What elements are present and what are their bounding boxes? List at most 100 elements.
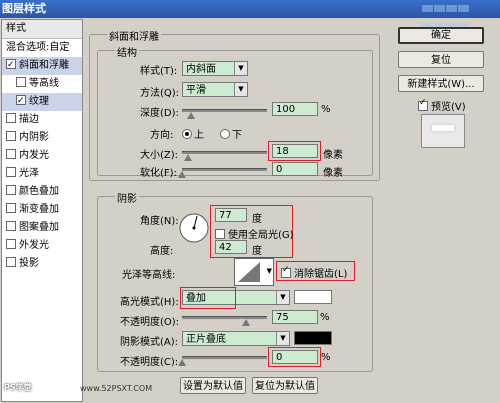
- chevron-down-icon: ▼: [276, 291, 289, 304]
- sidebar-item[interactable]: 渐变叠加: [2, 201, 82, 219]
- angle-dial-icon[interactable]: [178, 212, 210, 244]
- style-value: 内斜面: [186, 64, 216, 75]
- direction-up-radio[interactable]: 上: [180, 126, 204, 141]
- preview-swatch: [432, 125, 454, 131]
- new-style-button[interactable]: 新建样式(W)...: [398, 75, 484, 92]
- global-light-checkbox[interactable]: 使用全局光(G): [215, 226, 294, 241]
- checkbox-checked-icon: [281, 265, 291, 278]
- sidebar-item[interactable]: 混合选项:自定: [2, 39, 82, 57]
- angle-unit: 度: [252, 214, 262, 225]
- sidebar-item[interactable]: 颜色叠加: [2, 183, 82, 201]
- sidebar-item[interactable]: 纹理: [2, 92, 82, 111]
- gloss-contour-label: 光泽等高线:: [122, 270, 176, 281]
- watermark-left: PS学堂: [4, 383, 32, 392]
- reset-default-button[interactable]: 复位为默认值: [252, 377, 318, 394]
- checkbox-icon[interactable]: [6, 149, 16, 159]
- radio-icon: [220, 129, 230, 139]
- checkbox-checked-icon: [418, 98, 428, 111]
- soften-label: 软化(F):: [140, 168, 177, 179]
- checkbox-icon[interactable]: [6, 257, 16, 267]
- sidebar-item[interactable]: 内阴影: [2, 129, 82, 147]
- altitude-unit: 度: [252, 246, 262, 257]
- slider-thumb[interactable]: [183, 154, 192, 161]
- checkbox-checked-icon[interactable]: [6, 56, 16, 74]
- highlight-opacity-unit: %: [320, 312, 330, 323]
- method-label: 方法(Q):: [140, 88, 180, 99]
- direction-label: 方向:: [150, 130, 174, 141]
- style-label: 样式(T):: [140, 66, 178, 77]
- structure-group-title: 结构: [115, 44, 139, 59]
- sidebar-item-label: 内阴影: [19, 132, 49, 143]
- slider-thumb[interactable]: [178, 359, 186, 366]
- depth-slider[interactable]: [182, 109, 267, 119]
- method-value: 平滑: [186, 85, 206, 96]
- direction-down-radio[interactable]: 下: [218, 126, 242, 141]
- reset-button[interactable]: 复位: [398, 51, 484, 68]
- highlight-mode-label: 高光模式(H):: [120, 297, 179, 308]
- sidebar-item[interactable]: 描边: [2, 111, 82, 129]
- checkbox-icon[interactable]: [6, 113, 16, 123]
- method-dropdown[interactable]: 平滑 ▼: [182, 82, 248, 97]
- window-title: 图层样式: [2, 2, 46, 15]
- altitude-input[interactable]: 42: [215, 240, 247, 254]
- slider-thumb[interactable]: [186, 112, 195, 119]
- slider-thumb[interactable]: [178, 171, 186, 178]
- sidebar-item-label: 颜色叠加: [19, 186, 59, 197]
- sidebar-item[interactable]: 等高线: [2, 75, 82, 93]
- sidebar-item[interactable]: 光泽: [2, 165, 82, 183]
- sidebar-item-label: 外发光: [19, 240, 49, 251]
- sidebar-item[interactable]: 内发光: [2, 147, 82, 165]
- sidebar-item-label: 投影: [19, 258, 39, 269]
- checkbox-checked-icon[interactable]: [16, 92, 26, 110]
- radio-selected-icon: [182, 129, 192, 139]
- checkbox-icon[interactable]: [6, 239, 16, 249]
- antialias-checkbox[interactable]: 消除锯齿(L): [281, 265, 347, 280]
- checkbox-icon[interactable]: [6, 185, 16, 195]
- style-dropdown[interactable]: 内斜面 ▼: [182, 61, 248, 76]
- shadow-color-swatch[interactable]: [294, 331, 332, 345]
- soften-slider[interactable]: [178, 168, 267, 178]
- shadow-mode-dropdown[interactable]: 正片叠底 ▼: [182, 331, 290, 346]
- checkbox-icon[interactable]: [6, 167, 16, 177]
- depth-input[interactable]: 100: [272, 102, 318, 116]
- checkbox-icon[interactable]: [16, 77, 26, 87]
- checkbox-icon: [215, 229, 225, 239]
- bevel-group-title: 斜面和浮雕: [107, 28, 161, 43]
- watermark-right: www.52PSXT.COM: [80, 384, 153, 393]
- highlight-opacity-slider[interactable]: [182, 316, 267, 326]
- chevron-down-icon: ▼: [234, 62, 247, 75]
- sidebar-item-label: 混合选项:自定: [6, 42, 70, 53]
- depth-unit: %: [321, 104, 331, 115]
- highlight-color-swatch[interactable]: [294, 290, 332, 304]
- sidebar-item-label: 描边: [19, 114, 39, 125]
- sidebar-item-label: 斜面和浮雕: [19, 60, 69, 71]
- sidebar-item-label: 图案叠加: [19, 222, 59, 233]
- ok-button[interactable]: 确定: [398, 27, 484, 44]
- sidebar-item[interactable]: 图案叠加: [2, 219, 82, 237]
- checkbox-icon[interactable]: [6, 221, 16, 231]
- soften-input[interactable]: 0: [272, 162, 318, 176]
- sidebar-item[interactable]: 斜面和浮雕: [2, 56, 82, 75]
- checkbox-icon[interactable]: [6, 131, 16, 141]
- highlight-mode-highlight-box: [180, 287, 236, 309]
- checkbox-icon[interactable]: [6, 203, 16, 213]
- sidebar-item[interactable]: 投影: [2, 255, 82, 273]
- sidebar-item-label: 内发光: [19, 150, 49, 161]
- size-slider[interactable]: [182, 151, 267, 161]
- size-highlight-box: [268, 141, 321, 161]
- slider-thumb[interactable]: [241, 319, 250, 326]
- shadow-mode-value: 正片叠底: [186, 334, 226, 345]
- sidebar-item[interactable]: 外发光: [2, 237, 82, 255]
- preview-checkbox[interactable]: 预览(V): [418, 98, 466, 113]
- gloss-contour-picker[interactable]: ▼: [234, 258, 274, 286]
- style-list: 样式 混合选项:自定斜面和浮雕等高线纹理描边内阴影内发光光泽颜色叠加渐变叠加图案…: [1, 19, 83, 402]
- sidebar-item-label: 纹理: [29, 96, 49, 107]
- sidebar-item-label: 渐变叠加: [19, 204, 59, 215]
- angle-input[interactable]: 77: [215, 208, 247, 222]
- highlight-opacity-input[interactable]: 75: [272, 310, 318, 324]
- shadow-opacity-slider[interactable]: [178, 356, 267, 366]
- set-default-button[interactable]: 设置为默认值: [180, 377, 246, 394]
- highlight-opacity-label: 不透明度(O):: [120, 317, 180, 328]
- style-list-header[interactable]: 样式: [2, 20, 82, 39]
- size-unit: 像素: [323, 150, 343, 161]
